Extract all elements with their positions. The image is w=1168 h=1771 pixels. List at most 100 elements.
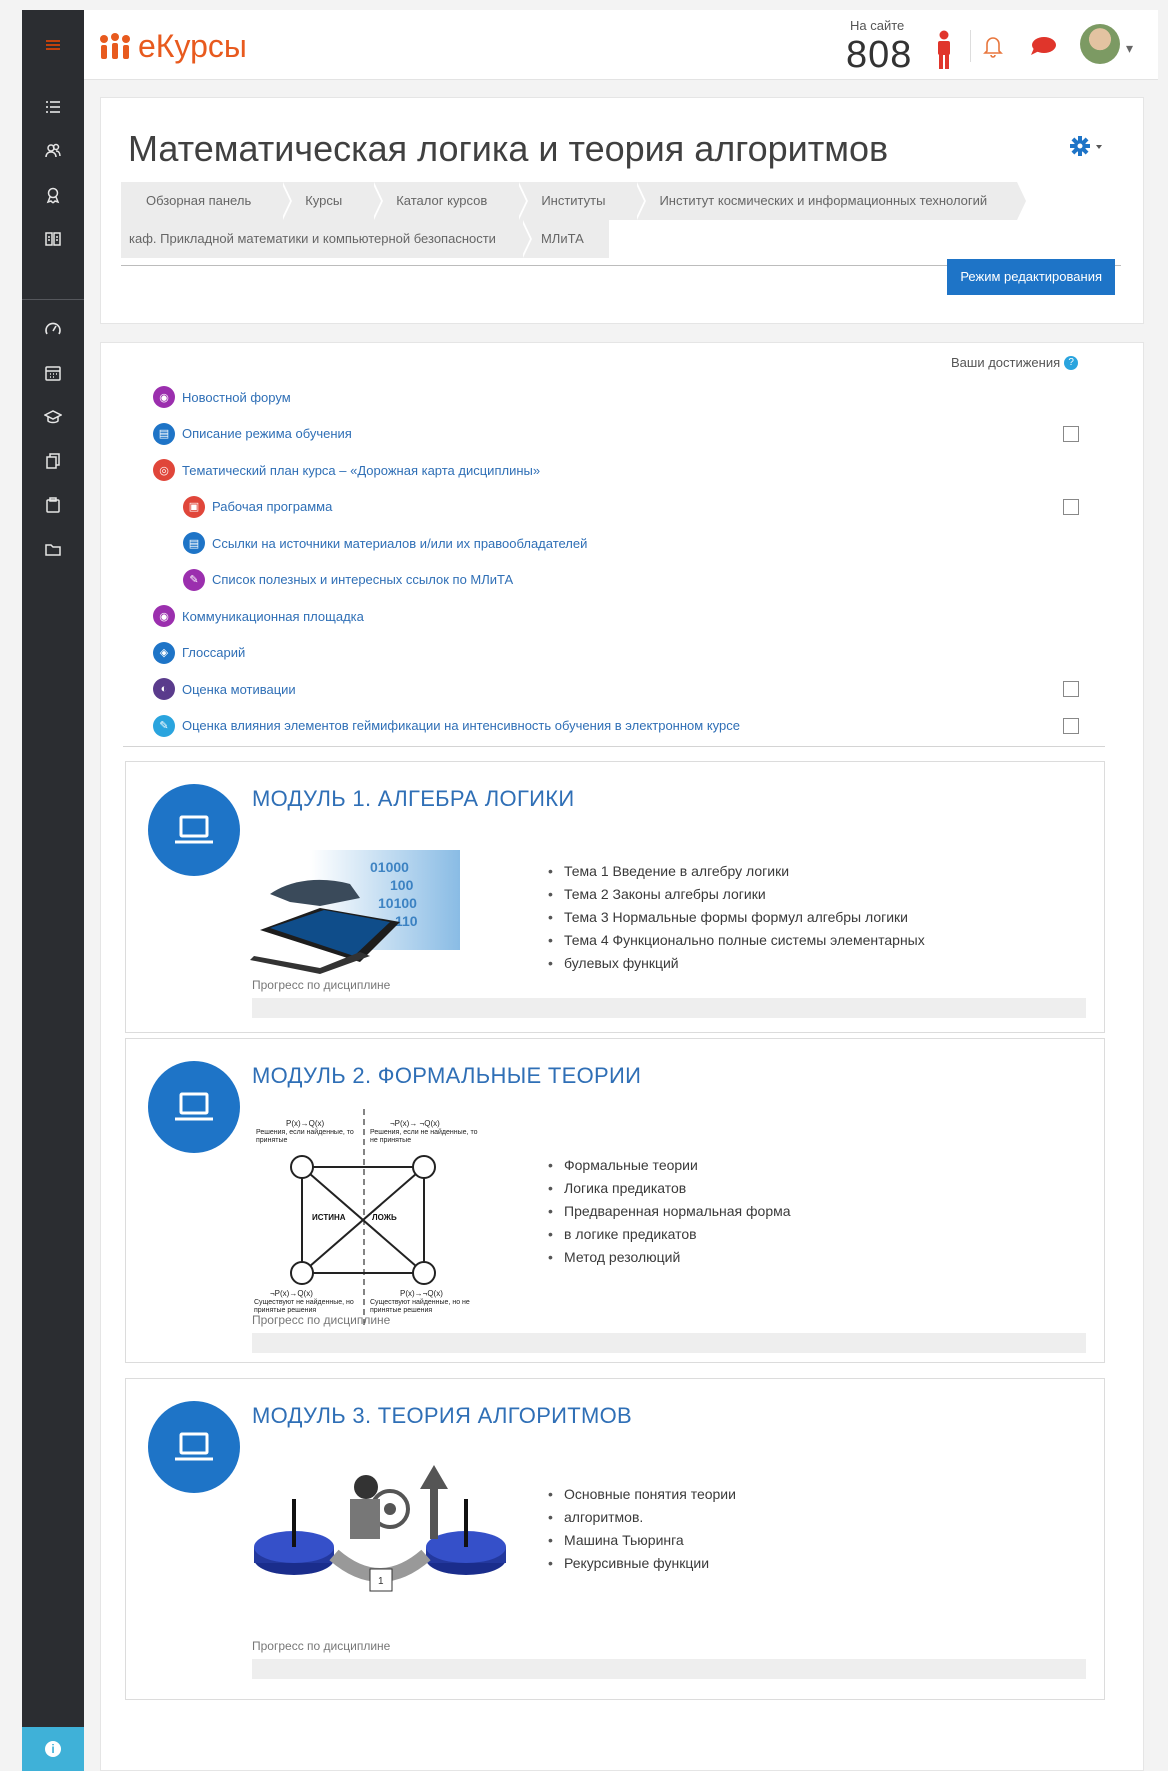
completion-checkbox[interactable] [1063, 717, 1079, 734]
breadcrumb-item[interactable]: Курсы [281, 182, 384, 220]
link-icon: ✎ [183, 568, 205, 591]
sidebar-item-folder[interactable] [22, 532, 84, 566]
activity-link[interactable]: ▤ Описание режима обучения [153, 416, 1013, 453]
folder-icon [45, 544, 61, 556]
activity-link[interactable]: ◎ Тематический план курса – «Дорожная кар… [153, 452, 1013, 489]
turing-machine-image: 1 [254, 1465, 506, 1592]
activity-label: Тематический план курса – «Дорожная карт… [182, 462, 541, 478]
diagram-label: P(x)→Q(x) [286, 1119, 325, 1128]
completion-checkbox[interactable] [1063, 681, 1079, 697]
pdf-icon: ▣ [183, 495, 205, 518]
graduation-cap-icon [44, 410, 62, 424]
forum-icon: ◉ [153, 605, 175, 628]
sidebar-item-clipboard[interactable] [22, 488, 84, 522]
breadcrumb-item[interactable]: Каталог курсов [372, 182, 529, 220]
sidebar-info-button[interactable]: i [22, 1727, 84, 1771]
diagram-label: ЛОЖЬ [372, 1213, 397, 1222]
top-navbar: еКурсы На сайте 808 ▾ [84, 10, 1158, 80]
forum-icon: ◉ [153, 386, 175, 409]
brand-logo-link[interactable]: еКурсы [98, 28, 247, 65]
svg-text:1: 1 [378, 1576, 384, 1587]
sidebar-item-dashboard[interactable] [22, 312, 84, 346]
progress-bar [252, 1659, 1086, 1679]
svg-text:100: 100 [390, 877, 414, 893]
breadcrumb-row-1: Обзорная панель Курсы Каталог курсов Инстит… [121, 182, 1121, 220]
menu-toggle-button[interactable] [22, 10, 84, 80]
activity-list: ◉ Новостной форум ▤ Описание режима обучени… [153, 379, 1013, 744]
activity-label: Описание режима обучения [182, 426, 352, 442]
module-title: МОДУЛЬ 2. ФОРМАЛЬНЫЕ ТЕОРИИ [252, 1063, 642, 1088]
module-topics: Формальные теории Логика предикатов Пред… [546, 1154, 791, 1269]
breadcrumb-item[interactable]: МЛиТА [520, 220, 609, 258]
laptop-globe-image: 01000 100 10100 110 [250, 850, 460, 974]
files-icon [46, 453, 60, 469]
activity-link[interactable]: ▤ Ссылки на источники материалов и/или их… [153, 525, 1013, 562]
progress-bar [252, 998, 1086, 1018]
page-icon: ▤ [183, 532, 205, 555]
topic-item-cont: в логике предикатов [546, 1223, 791, 1246]
activity-label: Оценка мотивации [182, 681, 296, 697]
laptop-icon [148, 1061, 240, 1153]
clipboard-icon [46, 497, 60, 513]
online-count: 808 [846, 34, 913, 76]
topic-item: Метод резолюций [546, 1246, 791, 1269]
messages-chat-icon[interactable] [1028, 34, 1058, 58]
section-divider [123, 746, 1105, 747]
topic-item: Предваренная нормальная форма [546, 1200, 791, 1223]
activity-link[interactable]: ◉ Новостной форум [153, 379, 1013, 416]
svg-text:10100: 10100 [378, 895, 417, 911]
book-open-icon [45, 232, 61, 246]
topic-item: Рекурсивные функции [546, 1552, 736, 1575]
completion-checkbox[interactable] [1063, 498, 1079, 515]
breadcrumb-item[interactable]: Институт космических и информационных те… [635, 182, 1028, 220]
topic-item: Основные понятия теории [546, 1483, 736, 1506]
hamburger-icon [46, 40, 60, 42]
breadcrumb: Обзорная панель Курсы Каталог курсов Инстит… [121, 182, 1121, 258]
sidebar-item-badges[interactable] [22, 178, 84, 212]
notifications-bell-icon[interactable] [982, 34, 1004, 58]
breadcrumb-item[interactable]: Обзорная панель [121, 182, 293, 220]
laptop-icon [148, 784, 240, 876]
topic-item-cont: алгоритмов. [546, 1506, 736, 1529]
completion-checkbox[interactable] [1063, 425, 1079, 442]
edit-mode-button[interactable]: Режим редактирования [947, 259, 1115, 295]
sidebar-item-course-index[interactable] [22, 90, 84, 124]
activity-link[interactable]: ✎ Список полезных и интересных ссылок по … [153, 562, 1013, 599]
sidebar-item-participants[interactable] [22, 134, 84, 168]
person-icon [938, 30, 950, 69]
breadcrumb-item[interactable]: каф. Прикладной математики и компьютерно… [121, 220, 532, 258]
badge-icon [46, 187, 60, 204]
logic-square-diagram: P(x)→Q(x) Решения, если найденные, то пр… [250, 1109, 490, 1327]
feedback-icon: ◐ [153, 678, 175, 701]
progress-label: Прогресс по дисциплине [252, 978, 391, 992]
topic-item: Формальные теории [546, 1154, 791, 1177]
user-avatar[interactable] [1080, 24, 1120, 64]
user-menu-caret-icon[interactable]: ▾ [1126, 40, 1133, 57]
activity-link[interactable]: ◈ Глоссарий [153, 635, 1013, 672]
activity-link[interactable]: ◐ Оценка мотивации [153, 671, 1013, 708]
activity-label: Глоссарий [182, 645, 246, 661]
activity-link[interactable]: ▣ Рабочая программа [153, 489, 1013, 526]
sidebar-item-calendar[interactable] [22, 356, 84, 390]
course-content: Ваши достижения ? ◉ Новостной форум ▤ Описа… [100, 342, 1144, 1771]
breadcrumb-item[interactable]: Институты [517, 182, 647, 220]
calendar-icon [45, 366, 61, 381]
page-header: Математическая логика и теория алгоритмо… [100, 97, 1144, 324]
help-icon[interactable]: ? [1064, 355, 1079, 370]
settings-gear-icon[interactable] [1068, 134, 1108, 158]
book-icon: ◎ [153, 459, 175, 482]
progress-label: Прогресс по дисциплине [252, 1639, 391, 1653]
sidebar-item-competencies[interactable] [22, 222, 84, 256]
link-icon: ✎ [153, 714, 175, 737]
activity-link[interactable]: ✎ Оценка влияния элементов геймификации н… [153, 708, 1013, 745]
activity-label: Список полезных и интересных ссылок по М… [212, 572, 514, 588]
sidebar-item-my-courses[interactable] [22, 400, 84, 434]
activity-link[interactable]: ◉ Коммуникационная площадка [153, 598, 1013, 635]
info-icon: i [45, 1741, 61, 1757]
activity-label: Новостной форум [182, 389, 291, 405]
users-icon [45, 143, 61, 158]
module-1: МОДУЛЬ 1. АЛГЕБРА ЛОГИКИ 01000 100 10100 11… [125, 761, 1105, 1033]
sidebar-item-files[interactable] [22, 444, 84, 478]
diagram-label: P(x)→¬Q(x) [400, 1289, 443, 1298]
achievements-link[interactable]: Ваши достижения ? [951, 355, 1079, 370]
